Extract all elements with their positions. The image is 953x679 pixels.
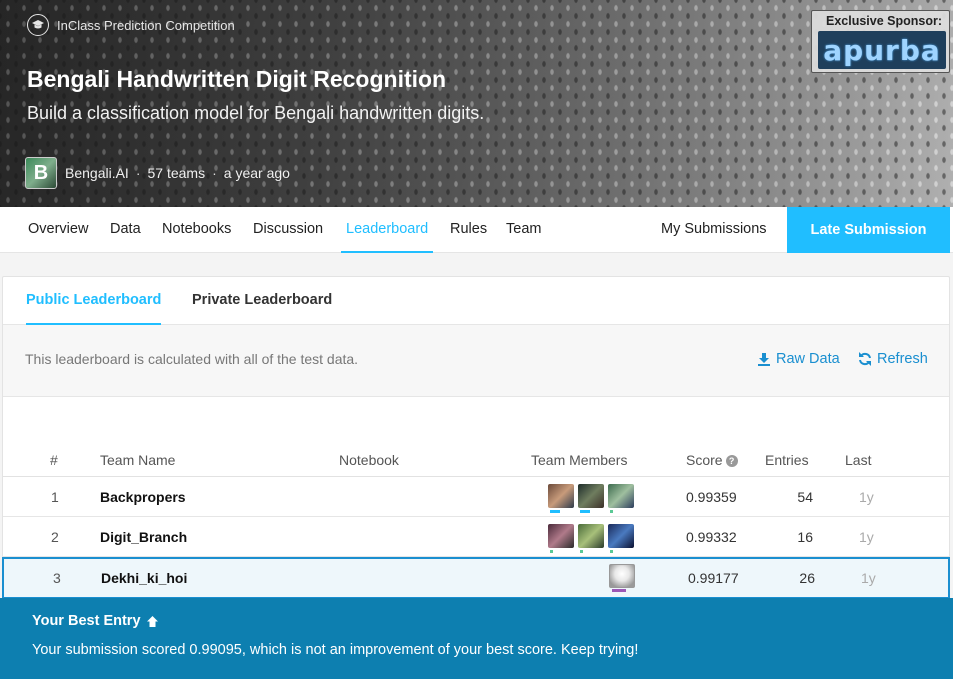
- tab-overview[interactable]: Overview: [28, 207, 88, 253]
- row-entries: 54: [797, 489, 813, 505]
- help-icon[interactable]: ?: [725, 455, 738, 468]
- refresh-icon: [859, 352, 871, 366]
- tab-rules[interactable]: Rules: [450, 207, 487, 253]
- sponsor-logo: apurba: [818, 31, 946, 69]
- member-avatar[interactable]: [608, 484, 634, 513]
- download-icon: [758, 353, 770, 366]
- leaderboard-tabs: Public Leaderboard Private Leaderboard: [3, 277, 949, 325]
- row-last: 1y: [861, 570, 876, 586]
- col-score-label: Score: [686, 452, 723, 468]
- member-avatar[interactable]: [548, 484, 574, 513]
- refresh-link[interactable]: Refresh: [858, 351, 928, 367]
- row-entries: 26: [799, 570, 815, 586]
- sponsor-label: Exclusive Sponsor:: [826, 14, 943, 28]
- competition-subtitle: Build a classification model for Bengali…: [27, 103, 485, 123]
- row-team-name[interactable]: Digit_Branch: [100, 529, 187, 545]
- row-entries: 16: [797, 529, 813, 545]
- host-logo[interactable]: B: [25, 157, 57, 189]
- raw-data-label: Raw Data: [776, 351, 840, 367]
- row-rank: 3: [53, 570, 61, 586]
- graduation-cap-icon: [27, 14, 49, 36]
- leaderboard-info-bar: This leaderboard is calculated with all …: [3, 325, 949, 397]
- competition-type-label: InClass Prediction Competition: [57, 17, 235, 33]
- member-avatar[interactable]: [578, 484, 604, 513]
- col-team-members: Team Members: [531, 452, 628, 468]
- tab-leaderboard[interactable]: Leaderboard: [341, 207, 434, 253]
- table-row-my-team[interactable]: 3 Dekhi_ki_hoi 0.99177 26 1y: [2, 557, 950, 599]
- tab-private-leaderboard[interactable]: Private Leaderboard: [192, 277, 332, 325]
- team-count: 57 teams: [147, 165, 206, 181]
- row-score: 0.99332: [686, 529, 737, 545]
- member-avatar[interactable]: [548, 524, 574, 553]
- col-last[interactable]: Last: [845, 452, 871, 468]
- raw-data-link[interactable]: Raw Data: [757, 351, 840, 367]
- best-entry-label: Your Best Entry: [32, 613, 141, 629]
- member-avatar[interactable]: [608, 524, 634, 553]
- time-ago: a year ago: [223, 165, 290, 181]
- tab-team[interactable]: Team: [506, 207, 541, 253]
- row-last: 1y: [859, 529, 874, 545]
- team-members: [609, 564, 635, 592]
- leaderboard-table-header: # Team Name Notebook Team Members Score?…: [3, 449, 949, 477]
- col-notebook: Notebook: [339, 452, 399, 468]
- tab-notebooks[interactable]: Notebooks: [162, 207, 231, 253]
- table-row[interactable]: 1 Backpropers 0.99359 54 1y: [3, 477, 949, 517]
- tab-discussion[interactable]: Discussion: [253, 207, 323, 253]
- competition-title: Bengali Handwritten Digit Recognition: [27, 66, 447, 92]
- leaderboard-info-text: This leaderboard is calculated with all …: [25, 351, 359, 367]
- member-avatar[interactable]: [578, 524, 604, 553]
- refresh-label: Refresh: [877, 351, 928, 367]
- arrow-up-icon: [146, 615, 158, 627]
- row-team-name[interactable]: Backpropers: [100, 489, 186, 505]
- submission-message: Your submission scored 0.99095, which is…: [32, 642, 639, 658]
- team-members: [548, 484, 634, 513]
- competition-header: InClass Prediction Competition Bengali H…: [0, 0, 953, 207]
- best-entry-heading: Your Best Entry: [32, 613, 159, 629]
- team-members: [548, 524, 634, 553]
- tab-data[interactable]: Data: [110, 207, 141, 253]
- row-rank: 2: [51, 529, 59, 545]
- row-score: 0.99359: [686, 489, 737, 505]
- member-avatar[interactable]: [609, 564, 635, 592]
- competition-type: InClass Prediction Competition: [27, 14, 235, 36]
- host-info: B Bengali.AI · 57 teams · a year ago: [25, 157, 290, 189]
- tab-public-leaderboard[interactable]: Public Leaderboard: [26, 277, 162, 325]
- host-name[interactable]: Bengali.AI: [65, 165, 129, 181]
- my-submissions-link[interactable]: My Submissions: [661, 207, 767, 253]
- sponsor-box[interactable]: Exclusive Sponsor: apurba: [811, 10, 950, 73]
- table-row[interactable]: 2 Digit_Branch 0.99332 16 1y: [3, 517, 949, 557]
- col-team-name[interactable]: Team Name: [100, 452, 175, 468]
- col-rank[interactable]: #: [50, 452, 58, 468]
- submission-notification: Your Best Entry Your submission scored 0…: [0, 598, 953, 679]
- row-last: 1y: [859, 489, 874, 505]
- row-score: 0.99177: [688, 570, 739, 586]
- row-team-name[interactable]: Dekhi_ki_hoi: [101, 570, 187, 586]
- col-score[interactable]: Score?: [686, 452, 738, 468]
- col-entries[interactable]: Entries: [765, 452, 809, 468]
- competition-tabs: Overview Data Notebooks Discussion Leade…: [0, 207, 953, 253]
- late-submission-button[interactable]: Late Submission: [787, 207, 950, 253]
- row-rank: 1: [51, 489, 59, 505]
